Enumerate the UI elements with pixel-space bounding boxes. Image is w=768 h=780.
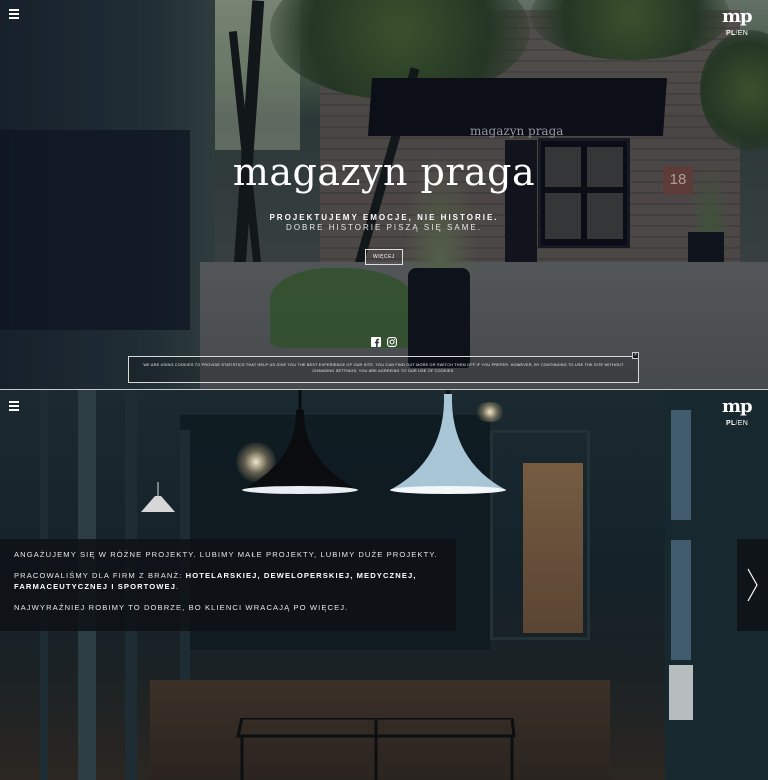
- lang-pl-link[interactable]: PL: [726, 420, 736, 427]
- bulb-glow-2: [475, 402, 505, 422]
- language-switcher-section: PL/EN: [726, 420, 748, 427]
- lang-en-link[interactable]: EN: [738, 30, 748, 37]
- about-line-2-suffix: .: [176, 582, 180, 591]
- about-line-2: PRACOWALIŚMY DLA FIRM Z BRANŻ: HOTELARSK…: [14, 570, 442, 592]
- logo-section[interactable]: mp: [722, 396, 753, 417]
- instagram-icon[interactable]: [387, 337, 397, 347]
- about-line-2-prefix: PRACOWALIŚMY DLA FIRM Z BRANŻ:: [14, 571, 186, 580]
- cookie-close-button[interactable]: ×: [632, 352, 639, 359]
- hero-title: magazyn praga: [232, 150, 536, 194]
- cookie-text: WE ARE USING COOKIES TO PROVIDE STATISTI…: [143, 363, 624, 373]
- hero-section: magazyn praga 18 mp PL/EN magazyn praga …: [0, 0, 768, 389]
- about-line-1: ANGAŻUJEMY SIĘ W RÓŻNE PROJEKTY. LUBIMY …: [14, 550, 438, 559]
- hero-tagline-1: PROJEKTUJEMY EMOCJE, NIE HISTORIE.: [269, 213, 499, 222]
- menu-icon[interactable]: [9, 9, 19, 19]
- interior-table: [236, 718, 516, 780]
- chevron-right-icon: [747, 568, 758, 602]
- about-section: mp PL/EN ANGAŻUJEMY SIĘ W RÓŻNE PROJEKTY…: [0, 389, 768, 780]
- next-slide-button[interactable]: [737, 539, 768, 631]
- language-switcher: PL/EN: [726, 30, 748, 37]
- hero-overlay: [0, 0, 768, 389]
- cookie-banner: WE ARE USING COOKIES TO PROVIDE STATISTI…: [128, 352, 639, 383]
- about-text-panel: ANGAŻUJEMY SIĘ W RÓŻNE PROJEKTY. LUBIMY …: [0, 539, 456, 631]
- lang-pl-link[interactable]: PL: [726, 30, 736, 37]
- menu-icon-section[interactable]: [9, 401, 19, 411]
- hero-tagline-2: DOBRE HISTORIE PISZĄ SIĘ SAME.: [286, 223, 482, 232]
- about-line-3: NAJWYRAŹNIEJ ROBIMY TO DOBRZE, BO KLIENC…: [14, 603, 349, 612]
- lang-en-link[interactable]: EN: [738, 420, 748, 427]
- pendant-lamp-left: [242, 390, 358, 494]
- social-links: [371, 337, 397, 347]
- more-button[interactable]: WIĘCEJ: [365, 249, 403, 265]
- pendant-lamp-small: [141, 482, 175, 512]
- logo[interactable]: mp: [722, 6, 753, 27]
- facebook-icon[interactable]: [371, 337, 381, 347]
